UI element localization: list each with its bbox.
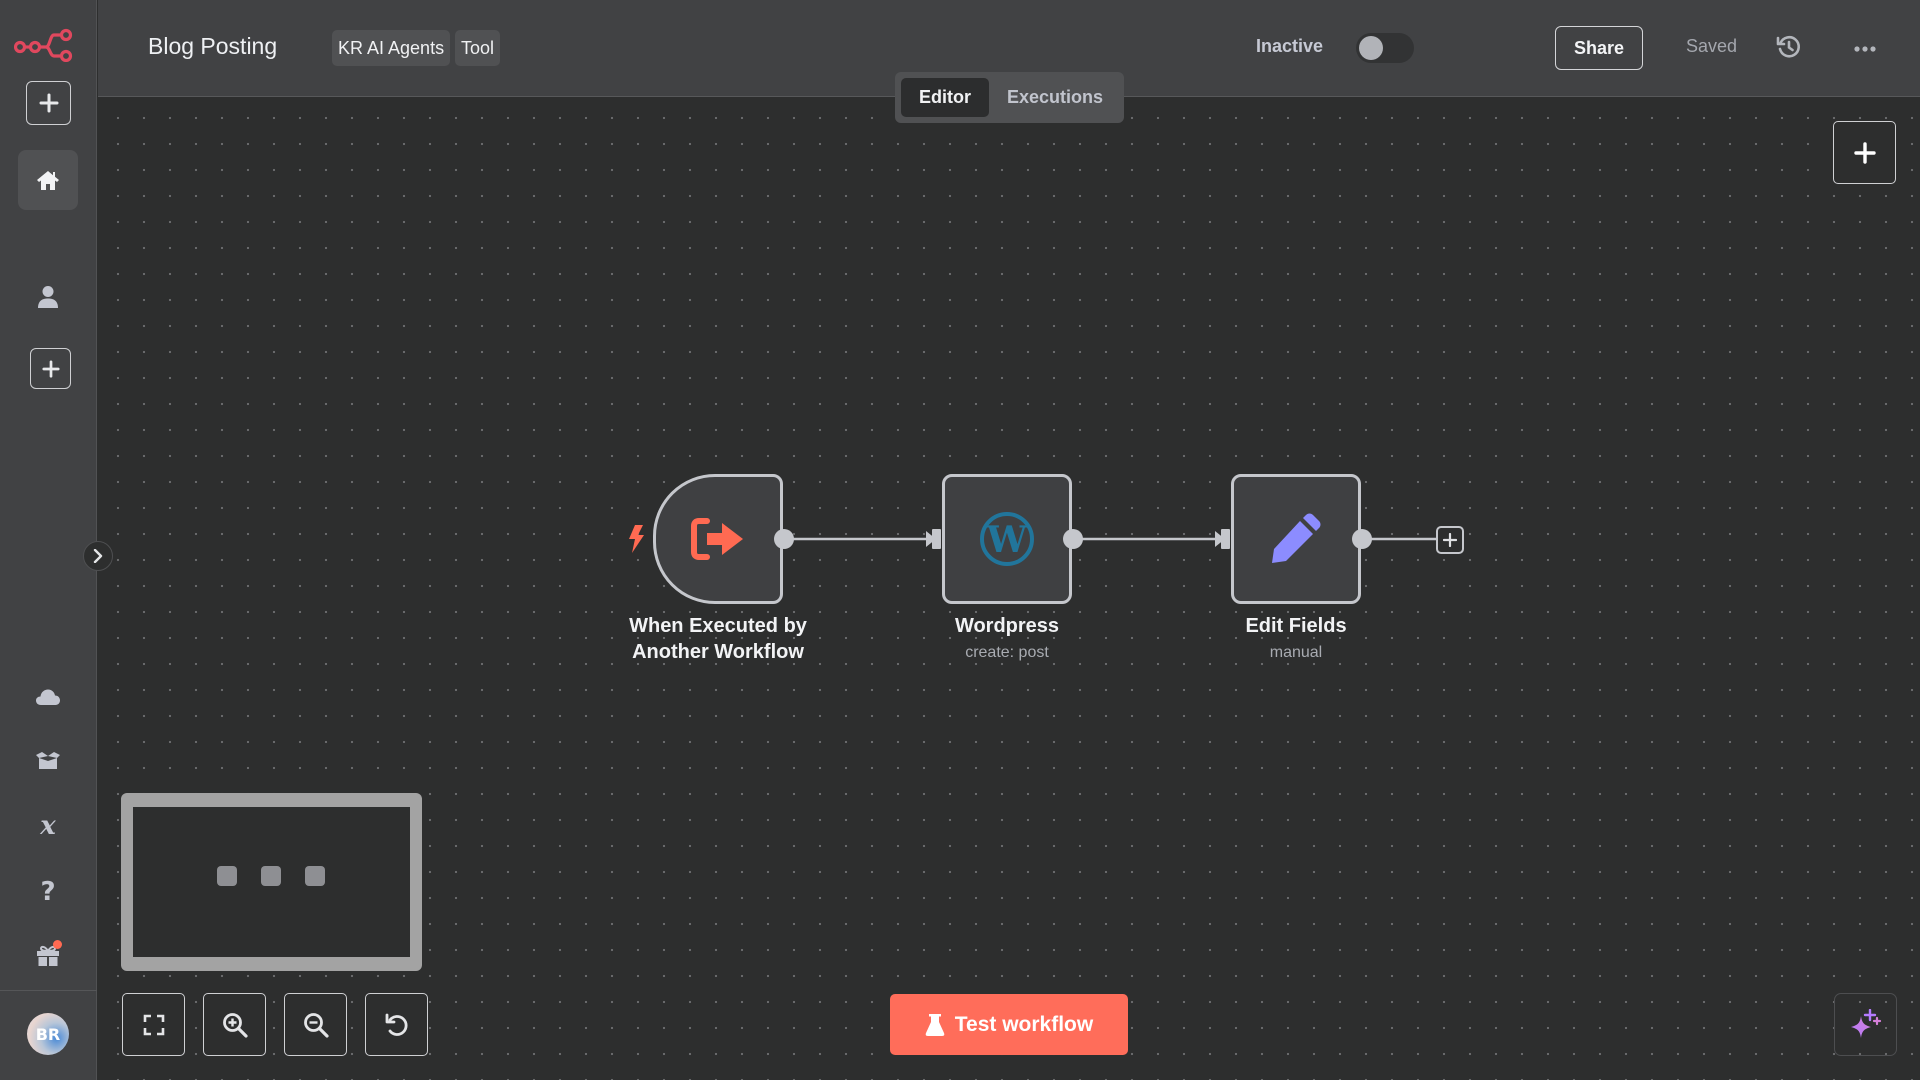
save-status: Saved xyxy=(1686,36,1738,56)
node-title: When Executed by Another Workflow xyxy=(588,613,848,665)
sidebar-item-templates[interactable] xyxy=(28,743,68,779)
plus-icon xyxy=(41,359,60,378)
input-handle[interactable] xyxy=(1221,529,1230,549)
workflow-tag[interactable]: Tool xyxy=(455,30,501,66)
user-icon xyxy=(38,286,58,308)
sign-out-arrow-icon xyxy=(691,518,743,560)
test-workflow-label: Test workflow xyxy=(954,1012,1094,1036)
sparkles-icon xyxy=(1850,1008,1881,1038)
avatar-initials: BR xyxy=(35,1024,61,1044)
minimap-node xyxy=(217,866,237,886)
n8n-logo-icon[interactable] xyxy=(14,28,76,62)
home-icon xyxy=(37,171,59,190)
active-toggle[interactable] xyxy=(1356,33,1414,63)
minimap-node xyxy=(261,866,281,886)
minimap[interactable] xyxy=(121,793,422,971)
input-handle[interactable] xyxy=(932,529,941,549)
fit-view-icon xyxy=(143,1014,164,1035)
more-horizontal-icon xyxy=(1854,46,1876,52)
sidebar-item-variables[interactable]: x xyxy=(28,808,68,844)
minimap-node xyxy=(305,866,325,886)
node-wordpress[interactable]: W xyxy=(942,474,1072,604)
workflow-title[interactable]: Blog Posting xyxy=(148,33,277,60)
sidebar: x ? BR xyxy=(0,0,97,1080)
tab-editor[interactable]: Editor xyxy=(901,78,989,117)
toggle-knob xyxy=(1359,36,1383,60)
active-status-label: Inactive xyxy=(1256,36,1324,56)
node-title-line: Another Workflow xyxy=(632,641,804,663)
zoom-in-button[interactable] xyxy=(203,993,266,1056)
workflow-history-button[interactable] xyxy=(1776,34,1806,64)
sidebar-add-button[interactable] xyxy=(26,81,71,125)
sidebar-item-help[interactable]: ? xyxy=(28,874,68,910)
node-title-line: When Executed by xyxy=(629,615,807,637)
cloud-icon xyxy=(36,689,60,705)
history-icon xyxy=(1776,35,1801,58)
node-title: Wordpress xyxy=(954,615,1060,637)
ask-ai-button[interactable] xyxy=(1834,993,1897,1056)
minimap-viewport xyxy=(133,807,410,957)
node-when-executed-by-another-workflow[interactable] xyxy=(653,474,783,604)
test-workflow-button[interactable]: Test workflow xyxy=(890,994,1128,1055)
node-subtitle: create: post xyxy=(965,644,1049,661)
notification-dot xyxy=(53,940,62,949)
add-next-node-button[interactable] xyxy=(1436,526,1464,554)
output-handle[interactable] xyxy=(1352,529,1372,549)
plus-icon xyxy=(39,93,58,113)
pencil-icon xyxy=(1272,513,1321,563)
open-nodes-panel-button[interactable] xyxy=(1833,121,1896,184)
plus-icon xyxy=(1853,141,1876,164)
trigger-bolt-icon xyxy=(629,525,644,553)
output-handle[interactable] xyxy=(774,529,794,549)
node-subtitle: manual xyxy=(1269,644,1323,661)
wordpress-icon: W xyxy=(980,512,1034,566)
sidebar-item-personal[interactable] xyxy=(28,279,68,315)
question-icon: ? xyxy=(40,877,56,907)
more-options-button[interactable] xyxy=(1850,34,1880,64)
view-switcher: Editor Executions xyxy=(895,72,1124,123)
user-avatar[interactable]: BR xyxy=(27,1013,69,1055)
zoom-out-button[interactable] xyxy=(284,993,347,1056)
flask-icon xyxy=(925,1013,945,1036)
chevron-right-icon xyxy=(93,549,103,563)
node-title: Edit Fields xyxy=(1245,615,1347,637)
sidebar-item-cloud[interactable] xyxy=(28,679,68,715)
node-edit-fields[interactable] xyxy=(1231,474,1361,604)
zoom-in-icon xyxy=(222,1012,248,1038)
zoom-out-icon xyxy=(303,1012,329,1038)
sidebar-divider xyxy=(0,990,97,991)
reset-zoom-button[interactable] xyxy=(365,993,428,1056)
zoom-to-fit-button[interactable] xyxy=(122,993,185,1056)
variable-x-icon: x xyxy=(40,811,56,841)
sidebar-collapse-button[interactable] xyxy=(83,541,113,571)
sidebar-item-home[interactable] xyxy=(18,150,78,210)
sidebar-add-project-button[interactable] xyxy=(30,348,71,389)
workflow-tag[interactable]: KR AI Agents xyxy=(332,30,451,66)
output-handle[interactable] xyxy=(1063,529,1083,549)
svg-text:W: W xyxy=(986,519,1028,561)
undo-rotate-icon xyxy=(385,1013,408,1036)
tab-executions[interactable]: Executions xyxy=(989,78,1121,117)
box-open-icon xyxy=(36,752,60,769)
sidebar-item-whats-new[interactable] xyxy=(28,937,68,973)
plus-icon xyxy=(1443,533,1457,547)
share-button[interactable]: Share xyxy=(1555,26,1643,70)
